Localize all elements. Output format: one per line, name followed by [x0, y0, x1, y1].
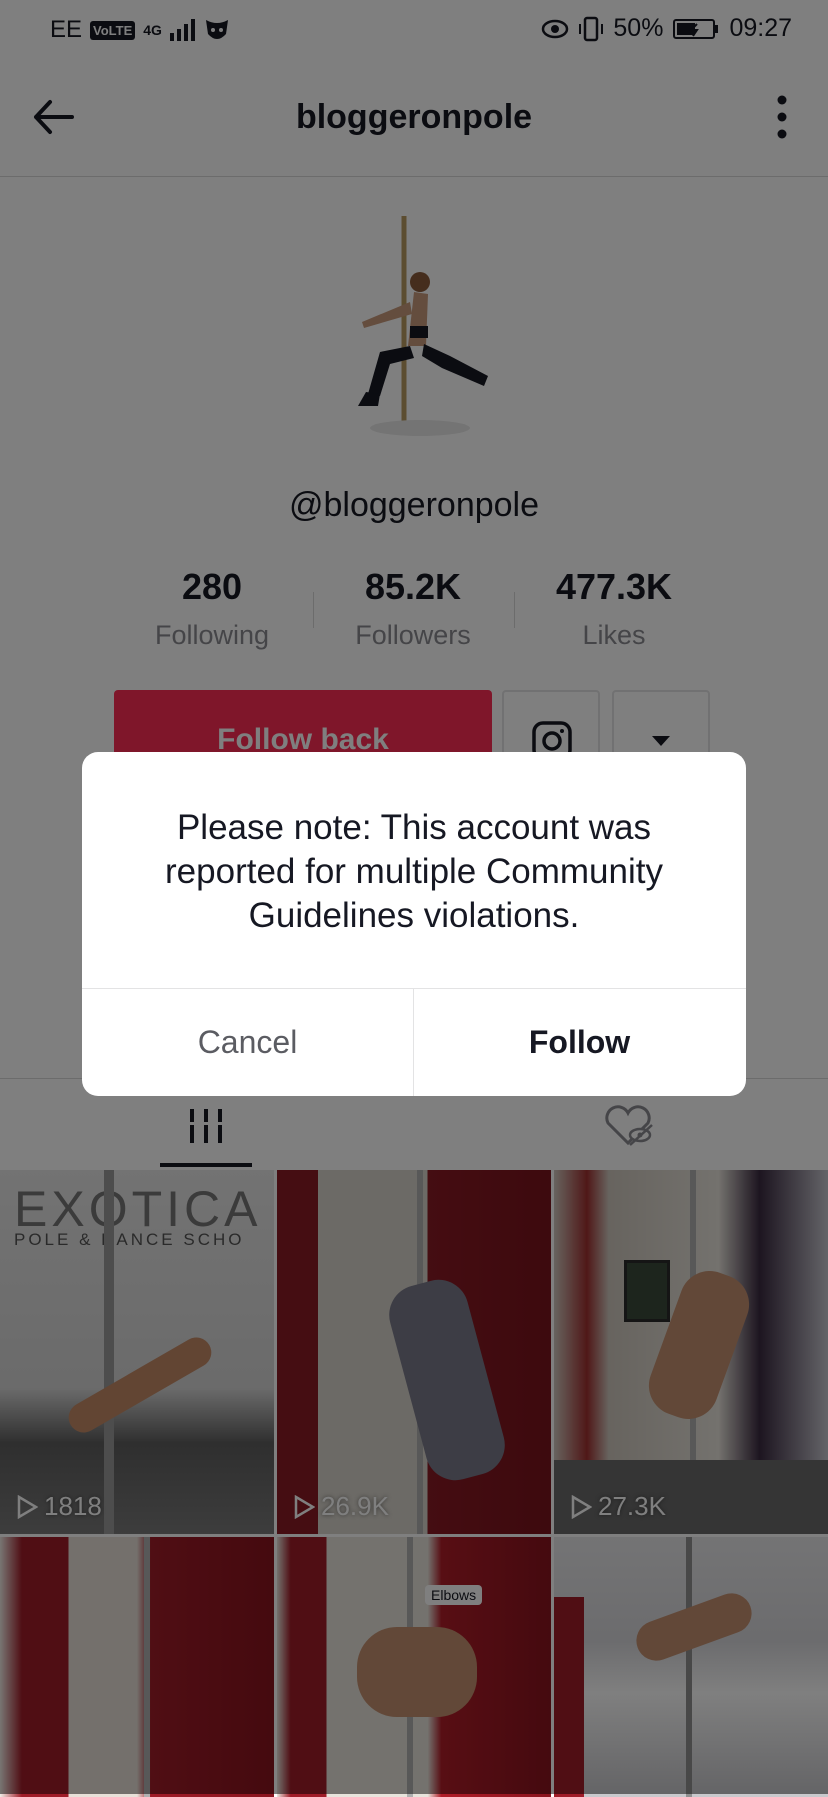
cancel-button[interactable]: Cancel [82, 989, 413, 1096]
dialog-message: Please note: This account was reported f… [165, 808, 663, 935]
follow-button[interactable]: Follow [414, 989, 745, 1096]
warning-dialog: Please note: This account was reported f… [82, 752, 746, 1096]
